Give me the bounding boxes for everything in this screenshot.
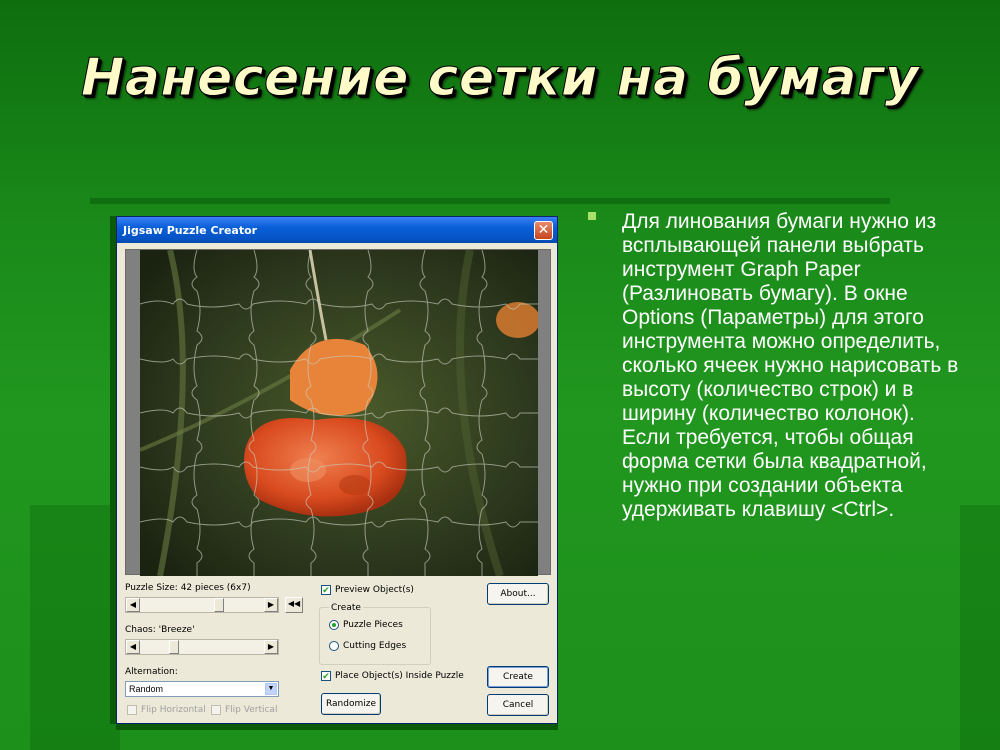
dialog-titlebar[interactable]: Jigsaw Puzzle Creator ✕ <box>117 217 557 243</box>
decor-band <box>30 505 120 750</box>
chaos-increase[interactable]: ▶ <box>264 640 278 654</box>
about-button[interactable]: About... <box>487 583 549 605</box>
slide-title: Нанесение сетки на бумагу <box>80 48 920 109</box>
check-icon: ✔ <box>322 585 330 595</box>
puzzle-size-thumb[interactable] <box>214 598 224 612</box>
create-button[interactable]: Create <box>487 666 549 688</box>
dialog-title: Jigsaw Puzzle Creator <box>123 223 258 237</box>
rewind-icon: ◀◀ <box>287 599 301 608</box>
create-group-label: Create <box>329 603 363 613</box>
close-button[interactable]: ✕ <box>534 220 553 240</box>
flip-horizontal-label: Flip Horizontal <box>141 705 206 715</box>
alternation-value: Random <box>129 684 164 694</box>
place-objects-checkbox[interactable]: ✔ <box>321 671 331 681</box>
cancel-button[interactable]: Cancel <box>487 694 549 716</box>
arrow-right-icon: ▶ <box>267 642 275 651</box>
bullet-icon <box>588 212 596 220</box>
rewind-button[interactable]: ◀◀ <box>285 597 303 613</box>
puzzle-size-increase[interactable]: ▶ <box>264 598 278 612</box>
jigsaw-dialog: Jigsaw Puzzle Creator ✕ Puzzle Size: 42 … <box>116 216 558 724</box>
slide-body-text: Для линования бумаги нужно из всплывающе… <box>622 210 959 521</box>
chaos-decrease[interactable]: ◀ <box>126 640 140 654</box>
cutting-edges-radio[interactable] <box>329 641 339 651</box>
arrow-right-icon: ▶ <box>267 600 275 609</box>
preview-objects-label: Preview Object(s) <box>335 585 414 595</box>
puzzle-size-slider[interactable]: ◀ ▶ <box>125 597 279 613</box>
place-objects-label: Place Object(s) Inside Puzzle <box>335 671 464 681</box>
chaos-label: Chaos: 'Breeze' <box>125 625 195 635</box>
arrow-left-icon: ◀ <box>129 642 137 651</box>
puzzle-pieces-radio[interactable] <box>329 620 339 630</box>
decor-band <box>90 198 890 204</box>
arrow-left-icon: ◀ <box>129 600 137 609</box>
puzzle-size-label: Puzzle Size: 42 pieces (6x7) <box>125 583 251 593</box>
randomize-button[interactable]: Randomize <box>321 693 381 715</box>
chaos-thumb[interactable] <box>169 640 179 654</box>
cutting-edges-label: Cutting Edges <box>343 641 407 651</box>
chevron-down-icon[interactable]: ▼ <box>265 683 277 695</box>
puzzle-size-decrease[interactable]: ◀ <box>126 598 140 612</box>
puzzle-preview <box>125 249 551 576</box>
flip-horizontal-checkbox[interactable] <box>127 705 137 715</box>
close-icon: ✕ <box>537 221 550 238</box>
alternation-label: Alternation: <box>125 667 178 677</box>
flip-vertical-label: Flip Vertical <box>225 705 278 715</box>
chaos-slider[interactable]: ◀ ▶ <box>125 639 279 655</box>
puzzle-image <box>140 250 538 576</box>
preview-objects-checkbox[interactable]: ✔ <box>321 585 331 595</box>
check-icon: ✔ <box>322 671 330 681</box>
alternation-select[interactable]: Random ▼ <box>125 681 279 697</box>
flip-vertical-checkbox[interactable] <box>211 705 221 715</box>
decor-band <box>960 505 1000 750</box>
create-groupbox <box>319 607 431 665</box>
puzzle-pieces-label: Puzzle Pieces <box>343 620 403 630</box>
